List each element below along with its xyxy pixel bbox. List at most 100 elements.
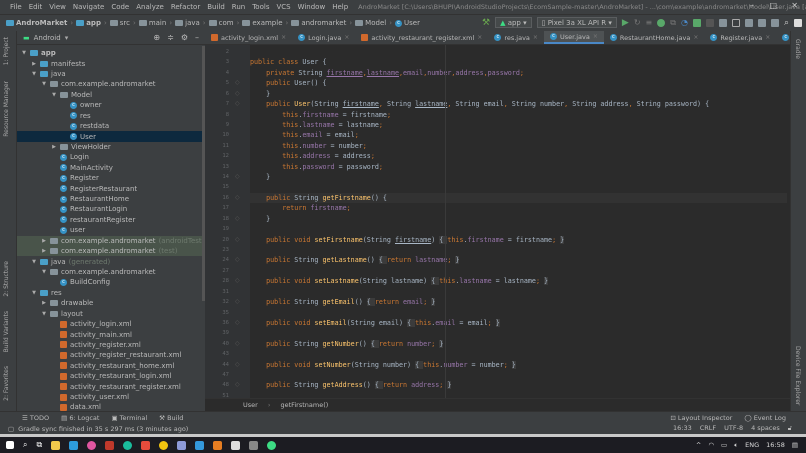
fold-marker-icon[interactable]: ◇	[235, 256, 240, 263]
build-tool-button[interactable]: ⚒ Build	[159, 414, 183, 422]
fold-marker-icon[interactable]: ◇	[235, 361, 240, 368]
tree-item[interactable]: data.xml	[17, 402, 205, 411]
fold-marker-icon[interactable]: ◇	[235, 236, 240, 243]
fold-marker-icon[interactable]: ◇	[235, 79, 240, 86]
gear-icon[interactable]: ⚙	[181, 33, 188, 42]
tree-item[interactable]: activity_restaurant_home.xml	[17, 361, 205, 371]
fold-marker-icon[interactable]: ◇	[235, 194, 240, 201]
code-line[interactable]: public void setFirstname(String firstnam…	[250, 235, 565, 245]
fold-marker-icon[interactable]: ◇	[235, 100, 240, 107]
event-log-button[interactable]: ◯ Event Log	[744, 414, 786, 422]
tree-item[interactable]: activity_main.xml	[17, 329, 205, 339]
code-line[interactable]: this.number = number;	[250, 141, 367, 151]
expanded-arrow-icon[interactable]: ▼	[31, 71, 37, 77]
fold-marker-icon[interactable]: ◇	[235, 277, 240, 284]
breadcrumb-item[interactable]: andromarket	[291, 19, 346, 27]
snip-icon[interactable]	[249, 440, 259, 450]
menu-analyze[interactable]: Analyze	[136, 3, 164, 11]
sublime-icon[interactable]	[213, 440, 223, 450]
code-line[interactable]: }	[250, 172, 270, 182]
code-line[interactable]: public void setEmail(String email) { thi…	[250, 318, 500, 328]
file-encoding[interactable]: UTF-8	[724, 424, 743, 433]
tree-item[interactable]: c Login	[17, 152, 205, 162]
tree-item[interactable]: c restdata	[17, 121, 205, 131]
breadcrumb-item[interactable]: java	[175, 19, 200, 27]
code-line[interactable]: }	[250, 214, 270, 224]
edge-icon[interactable]	[123, 440, 133, 450]
tree-item[interactable]: c MainActivity	[17, 163, 205, 173]
tree-item[interactable]: activity_register.xml	[17, 340, 205, 350]
code-line[interactable]: public void setNumber(String number) { t…	[250, 360, 516, 370]
wifi-icon[interactable]: ◠	[708, 441, 714, 450]
apply-code-changes-icon[interactable]: ≡	[646, 18, 653, 27]
breadcrumb-item[interactable]: com	[208, 19, 234, 27]
start-icon[interactable]	[6, 441, 14, 449]
profile-icon[interactable]: ◔	[681, 18, 688, 27]
language-indicator[interactable]: ENG	[745, 441, 759, 450]
android-studio-taskbar-icon[interactable]	[267, 440, 277, 450]
file-explorer-icon[interactable]	[51, 440, 61, 450]
resource-manager-tool-button[interactable]: Resource Manager	[3, 81, 10, 137]
avd-manager-icon[interactable]	[744, 18, 753, 27]
lock-icon[interactable]: 🔓︎	[788, 424, 792, 433]
expanded-arrow-icon[interactable]: ▼	[41, 311, 47, 317]
menu-code[interactable]: Code	[111, 3, 129, 11]
project-tool-button[interactable]: 1: Project	[3, 37, 10, 65]
tree-item[interactable]: activity_restaurant_register.xml	[17, 381, 205, 391]
gradle-tool-button[interactable]: Gradle	[794, 39, 801, 59]
expanded-arrow-icon[interactable]: ▼	[41, 81, 47, 87]
debug-attach-icon[interactable]	[692, 18, 701, 27]
tab-registerrestaurant-j[interactable]: cRegisterRestaurant.j×	[776, 31, 790, 44]
menu-refactor[interactable]: Refactor	[171, 3, 200, 11]
tree-item[interactable]: ▼ com.example.andromarket	[17, 79, 205, 89]
editor-crumb-method[interactable]: getFirstname()	[280, 401, 328, 409]
tree-item[interactable]: ▶ drawable	[17, 298, 205, 308]
sync-gradle-icon[interactable]	[718, 18, 727, 27]
minimize-button[interactable]: –	[750, 1, 754, 10]
fold-marker-icon[interactable]: ◇	[235, 173, 240, 180]
tab-close-icon[interactable]: ×	[765, 34, 770, 41]
app-icon[interactable]	[87, 440, 97, 450]
collapsed-arrow-icon[interactable]: ▶	[31, 61, 37, 67]
tab-close-icon[interactable]: ×	[593, 33, 598, 40]
menu-build[interactable]: Build	[207, 3, 225, 11]
tree-item[interactable]: ▶ com.example.andromarket (test)	[17, 245, 205, 257]
clock[interactable]: 16:58	[766, 441, 785, 450]
build-hammer-icon[interactable]: ⚒	[482, 18, 490, 28]
breadcrumb-item[interactable]: AndroMarket	[6, 19, 67, 27]
debug-icon[interactable]	[657, 18, 666, 27]
notifications-icon[interactable]: ▤	[792, 441, 798, 450]
project-view-select[interactable]: Android	[34, 34, 61, 42]
code-line[interactable]: }	[250, 89, 270, 99]
status-toggle-icon[interactable]: ▢	[8, 425, 14, 433]
layout-inspector-button[interactable]: ⊡ Layout Inspector	[670, 414, 732, 422]
messaging-icon[interactable]	[177, 440, 187, 450]
line-separator[interactable]: CRLF	[700, 424, 716, 433]
store-icon[interactable]	[105, 440, 115, 450]
tab-activity-login-xml[interactable]: activity_login.xml ×	[205, 31, 292, 44]
breadcrumb-item[interactable]: main	[138, 19, 166, 27]
code-line[interactable]: return firstname;	[250, 203, 350, 213]
caret-position[interactable]: 16:33	[673, 424, 692, 433]
attach-icon[interactable]: ⧉	[670, 18, 676, 28]
collapse-all-icon[interactable]: ≑	[167, 33, 174, 42]
tab-user-java[interactable]: c User.java ×	[543, 31, 604, 44]
favorites-tool-button[interactable]: 2: Favorites	[3, 366, 10, 401]
task-view-icon[interactable]: ⧉	[36, 440, 42, 450]
indent-setting[interactable]: 4 spaces	[751, 424, 780, 433]
tree-item[interactable]: c res	[17, 111, 205, 121]
search-icon[interactable]: ⌕	[784, 18, 789, 28]
tree-item[interactable]: ▼ java	[17, 69, 205, 79]
close-button[interactable]: ✕	[791, 1, 798, 10]
code-line[interactable]: public String getNumber() { return numbe…	[250, 339, 444, 349]
code-line[interactable]: this.email = email;	[250, 130, 359, 140]
status-message[interactable]: Gradle sync finished in 35 s 297 ms (3 m…	[18, 425, 188, 433]
fold-marker-icon[interactable]: ◇	[235, 298, 240, 305]
collapsed-arrow-icon[interactable]: ▶	[41, 238, 47, 244]
tree-item[interactable]: c user	[17, 225, 205, 235]
tree-item[interactable]: c owner	[17, 100, 205, 110]
tree-item[interactable]: c restaurantRegister	[17, 215, 205, 225]
volume-icon[interactable]: 🔈︎	[734, 441, 738, 450]
tab-close-icon[interactable]: ×	[281, 34, 286, 41]
paint-icon[interactable]	[231, 440, 241, 450]
